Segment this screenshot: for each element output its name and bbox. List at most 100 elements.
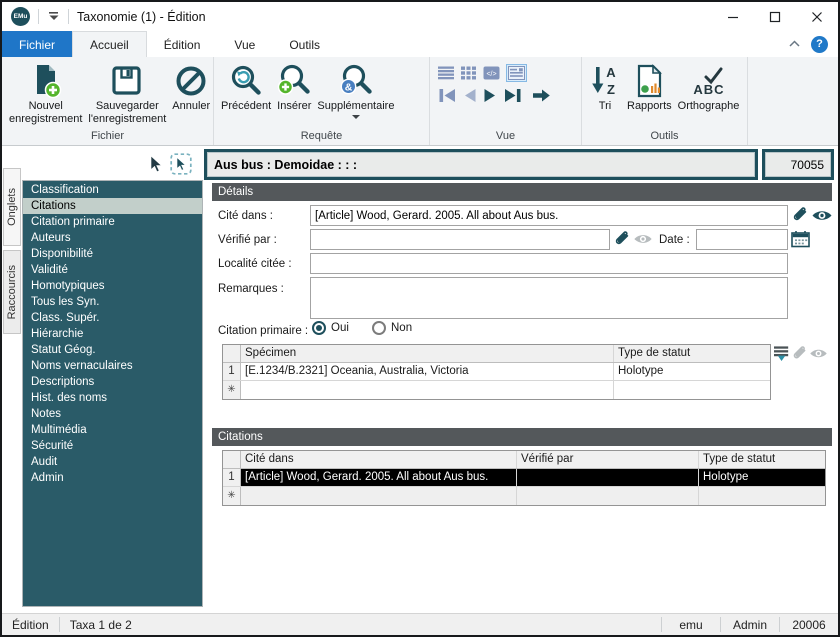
specimen-row-1[interactable]: 1 [E.1234/B.2321] Oceania, Australia, Vi… [223,363,770,381]
list-view-button[interactable] [438,66,455,80]
new-record-button[interactable]: Nouvel enregistrement [6,60,85,125]
tab-accueil[interactable]: Accueil [72,31,147,57]
window-controls [712,2,838,31]
remarks-textarea[interactable] [310,277,788,319]
sidebar-item-noms-vernaculaires[interactable]: Noms vernaculaires [23,358,202,374]
ribbon-group-outils: AZ Tri Rapports ABC Orthographe [582,57,748,145]
sidebar-item-notes[interactable]: Notes [23,406,202,422]
first-record-button[interactable] [438,88,456,106]
form-view-button[interactable] [506,64,527,82]
sidebar-item-validite[interactable]: Validité [23,262,202,278]
spellcheck-button[interactable]: ABC Orthographe [675,60,743,113]
view-cited-in-icon[interactable] [811,208,833,223]
collapse-ribbon-icon[interactable] [788,37,801,51]
citations-section-header: Citations [212,428,832,446]
goto-record-button[interactable] [532,88,551,106]
specimen-new-row[interactable]: ✳ [223,381,770,399]
additional-query-button[interactable]: & Supplémentaire [314,60,397,119]
group-label-requete: Requête [218,129,425,145]
grid-view-button[interactable] [461,66,477,80]
tab-fichier[interactable]: Fichier [2,31,72,57]
titlebar: EMu Taxonomie (1) - Édition [2,2,838,31]
tab-outils[interactable]: Outils [272,31,337,57]
sort-button[interactable]: AZ Tri [586,60,624,113]
specimen-cell[interactable]: [E.1234/B.2321] Oceania, Australia, Vict… [241,363,614,380]
cited-in-label: Cité dans : [218,210,273,222]
attach-specimen-icon-disabled [791,345,809,363]
sidebar-item-audit[interactable]: Audit [23,454,202,470]
sidebar-item-citations[interactable]: Citations [23,198,202,214]
svg-text:A: A [606,65,616,80]
last-record-button[interactable] [504,88,522,106]
citations-new-row[interactable]: ✳ [223,487,825,505]
sidebar-item-homotypiques[interactable]: Homotypiques [23,278,202,294]
sidebar-item-descriptions[interactable]: Descriptions [23,374,202,390]
quick-access-dropdown-icon[interactable] [47,10,60,24]
record-number: 70055 [765,152,831,177]
record-number-box: 70055 [762,149,834,180]
sidebar-item-hierarchie[interactable]: Hiérarchie [23,326,202,342]
group-label-fichier: Fichier [6,129,209,145]
reports-button[interactable]: Rapports [624,60,675,113]
status-type-column-header: Type de statut [614,345,768,362]
verified-by-column-header: Vérifié par [517,451,699,468]
cited-in-input[interactable] [310,205,788,226]
sidebar-item-hist-des-noms[interactable]: Hist. des noms [23,390,202,406]
select-mode-cursor-icon[interactable] [170,153,192,178]
close-button[interactable] [796,2,838,31]
sidebar-item-classification[interactable]: Classification [23,182,202,198]
attach-verified-by-icon[interactable] [613,230,632,249]
additional-query-icon: & [339,62,373,100]
tab-vue[interactable]: Vue [217,31,272,57]
previous-query-button[interactable]: Précédent [218,60,274,113]
insert-button[interactable]: Insérer [274,60,314,113]
sidebar-item-citation-primaire[interactable]: Citation primaire [23,214,202,230]
sidebar-item-disponibilite[interactable]: Disponibilité [23,246,202,262]
text-view-button[interactable]: </> [483,66,500,80]
attach-cited-in-icon[interactable] [791,206,810,225]
primary-citation-no-option: Non [372,321,412,335]
save-record-button[interactable]: Sauvegarder l'enregistrement [85,60,169,125]
side-tab-onglets[interactable]: Onglets [3,168,21,246]
verified-by-input[interactable] [310,229,610,250]
minimize-button[interactable] [712,2,754,31]
svg-text:&: & [345,81,353,93]
cancel-button[interactable]: Annuler [169,60,213,113]
tab-edition[interactable]: Édition [147,31,218,57]
insert-icon [277,62,311,100]
group-label-vue: Vue [434,129,577,145]
ribbon-group-vue: </> Vue [430,57,582,145]
sidebar-item-securite[interactable]: Sécurité [23,438,202,454]
date-input[interactable] [696,229,788,250]
cited-locality-input[interactable] [310,253,788,274]
ribbon-empty-space [748,57,838,145]
next-record-button[interactable] [483,88,498,106]
sidebar-item-auteurs[interactable]: Auteurs [23,230,202,246]
citation-cited-in-cell[interactable]: [Article] Wood, Gerard. 2005. All about … [241,469,517,486]
side-tab-raccourcis[interactable]: Raccourcis [3,250,21,334]
citation-status-cell[interactable]: Holotype [699,469,825,486]
sidebar-item-statut-geog[interactable]: Statut Géog. [23,342,202,358]
citation-verified-by-cell[interactable] [517,469,699,486]
sidebar-item-class-super[interactable]: Class. Supér. [23,310,202,326]
help-button[interactable]: ? [811,36,828,53]
status-type-column-header: Type de statut [699,451,825,468]
maximize-button[interactable] [754,2,796,31]
radio-non[interactable] [372,321,386,335]
select-cursor-icon[interactable] [148,155,163,176]
radio-non-label: Non [391,322,412,334]
statusbar: Édition Taxa 1 de 2 emu Admin 20006 [2,613,838,635]
autofill-icon[interactable] [774,345,791,362]
tab-list: Classification Citations Citation primai… [22,180,203,607]
sort-icon: AZ [589,62,621,100]
radio-oui-label: Oui [331,322,349,334]
primary-citation-label: Citation primaire : [218,325,308,337]
sidebar-item-admin[interactable]: Admin [23,470,202,486]
citations-row-1-selected[interactable]: 1 [Article] Wood, Gerard. 2005. All abou… [223,469,825,487]
calendar-icon[interactable] [791,230,810,248]
previous-record-button[interactable] [462,88,477,106]
sidebar-item-tous-les-syn[interactable]: Tous les Syn. [23,294,202,310]
radio-oui[interactable] [312,321,326,335]
specimen-status-cell[interactable]: Holotype [614,363,768,380]
sidebar-item-multimedia[interactable]: Multimédia [23,422,202,438]
